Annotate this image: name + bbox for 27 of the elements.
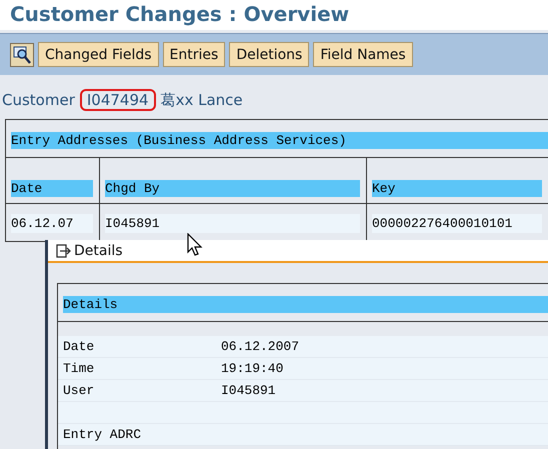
column-header: Date [11, 180, 93, 197]
section-title: Details [63, 296, 548, 313]
dialog-icon [56, 244, 72, 258]
entry-label: Entry ADRC [63, 427, 142, 442]
table-cell: 000002276400010101 [372, 214, 542, 233]
customer-name: 葛xx Lance [160, 90, 243, 110]
dialog-title: Details [74, 242, 123, 258]
toolbar-button[interactable]: Field Names [313, 42, 413, 67]
column-header: Key [372, 180, 542, 197]
magnifier-icon [13, 46, 31, 64]
toolbar-button[interactable]: Deletions [229, 42, 310, 67]
field-label: User [63, 383, 96, 398]
field-value: I045891 [221, 383, 276, 398]
table-cell: 06.12.07 [11, 214, 93, 233]
customer-id: I047494 [80, 89, 156, 111]
field-label: Date [63, 339, 96, 354]
field-value: 19:19:40 [221, 361, 284, 376]
toolbar-button[interactable]: Entries [162, 42, 226, 67]
column-header: Chgd By [105, 180, 360, 197]
field-label: Time [63, 361, 96, 376]
table-cell: I045891 [105, 214, 360, 233]
screen-title: Customer Changes : Overview [0, 0, 548, 30]
table-title: Entry Addresses (Business Address Services) [11, 132, 548, 149]
customer-label: Customer [2, 91, 75, 109]
field-value: 06.12.2007 [221, 339, 300, 354]
toolbar-button[interactable]: Changed Fields [38, 42, 159, 67]
display-icon-button[interactable] [10, 42, 34, 66]
